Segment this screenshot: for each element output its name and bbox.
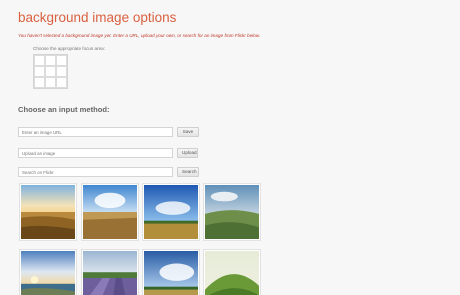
thumbnail-wheat-field-sky[interactable]	[81, 183, 139, 241]
focus-cell-top-left[interactable]	[34, 55, 45, 66]
search-input-row: Search	[18, 167, 199, 177]
thumbnail-hills-clouds[interactable]	[203, 183, 261, 241]
wheat-field-sunset-image	[21, 185, 75, 239]
url-input-row: Save	[18, 127, 199, 137]
lavender-field-image	[83, 251, 137, 295]
flickr-search-input[interactable]	[18, 167, 173, 177]
focus-cell-bottom-left[interactable]	[34, 77, 45, 88]
focus-area-grid	[33, 54, 68, 89]
focus-cell-bottom-right[interactable]	[56, 77, 67, 88]
focus-cell-bottom-center[interactable]	[45, 77, 56, 88]
hills-clouds-image	[205, 185, 259, 239]
thumbnail-lavender-field[interactable]	[81, 249, 139, 295]
search-button[interactable]: Search	[177, 167, 199, 177]
thumbnail-coast-sunrise[interactable]	[19, 249, 77, 295]
image-url-input[interactable]	[18, 127, 173, 137]
focus-cell-middle-right[interactable]	[56, 66, 67, 77]
focus-cell-top-center[interactable]	[45, 55, 56, 66]
save-button[interactable]: Save	[177, 127, 199, 137]
focus-cell-center[interactable]	[45, 66, 56, 77]
field-blue-sky-image	[144, 185, 198, 239]
no-image-notice: You haven't selected a background image …	[18, 33, 261, 38]
focus-cell-middle-left[interactable]	[34, 66, 45, 77]
field-cloudy-sky-image	[144, 251, 198, 295]
thumbnail-wheat-field-sunset[interactable]	[19, 183, 77, 241]
coast-sunrise-image	[21, 251, 75, 295]
thumbnail-field-blue-sky[interactable]	[142, 183, 200, 241]
upload-image-input[interactable]	[18, 148, 173, 158]
focus-cell-top-right[interactable]	[56, 55, 67, 66]
page-title: background image options	[18, 10, 177, 25]
thumbnail-green-hill[interactable]	[203, 249, 261, 295]
upload-button[interactable]: Upload	[177, 148, 198, 158]
wheat-field-sky-image	[83, 185, 137, 239]
upload-input-row: Upload	[18, 148, 198, 158]
green-hill-image	[205, 251, 259, 295]
background-image-options-panel: background image options You haven't sel…	[0, 0, 460, 295]
input-method-heading: Choose an input method:	[18, 105, 110, 114]
focus-area-label: Choose the appropriate focus area:	[33, 46, 106, 51]
thumbnail-field-cloudy-sky[interactable]	[142, 249, 200, 295]
